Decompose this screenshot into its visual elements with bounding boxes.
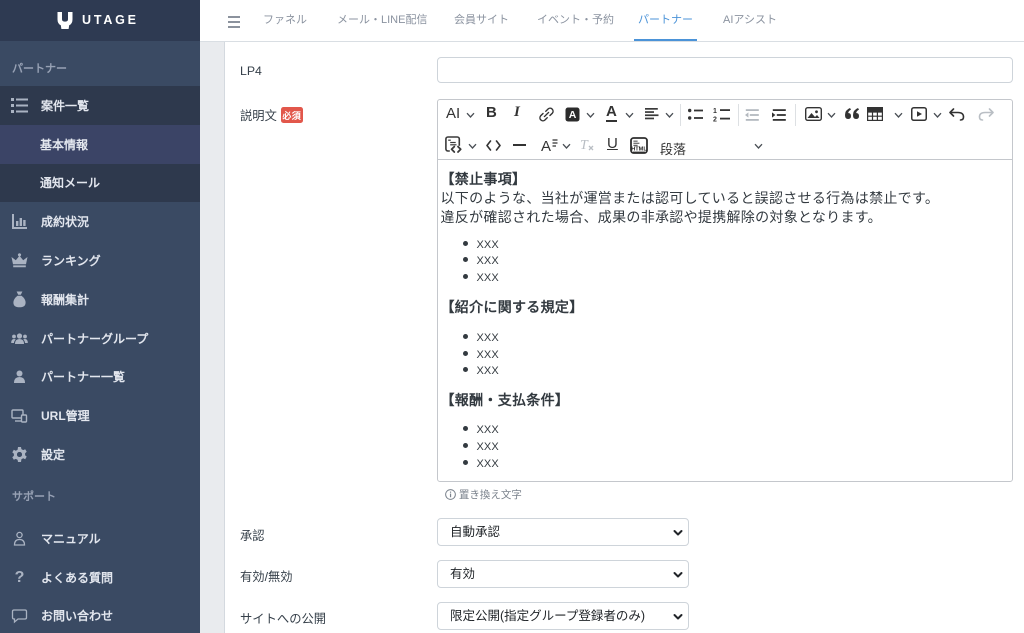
svg-text:A: A	[569, 109, 577, 121]
svg-text:1: 1	[713, 108, 717, 115]
svg-text:A: A	[541, 138, 551, 153]
svg-text:2: 2	[713, 117, 717, 123]
svg-text:T: T	[580, 138, 589, 152]
